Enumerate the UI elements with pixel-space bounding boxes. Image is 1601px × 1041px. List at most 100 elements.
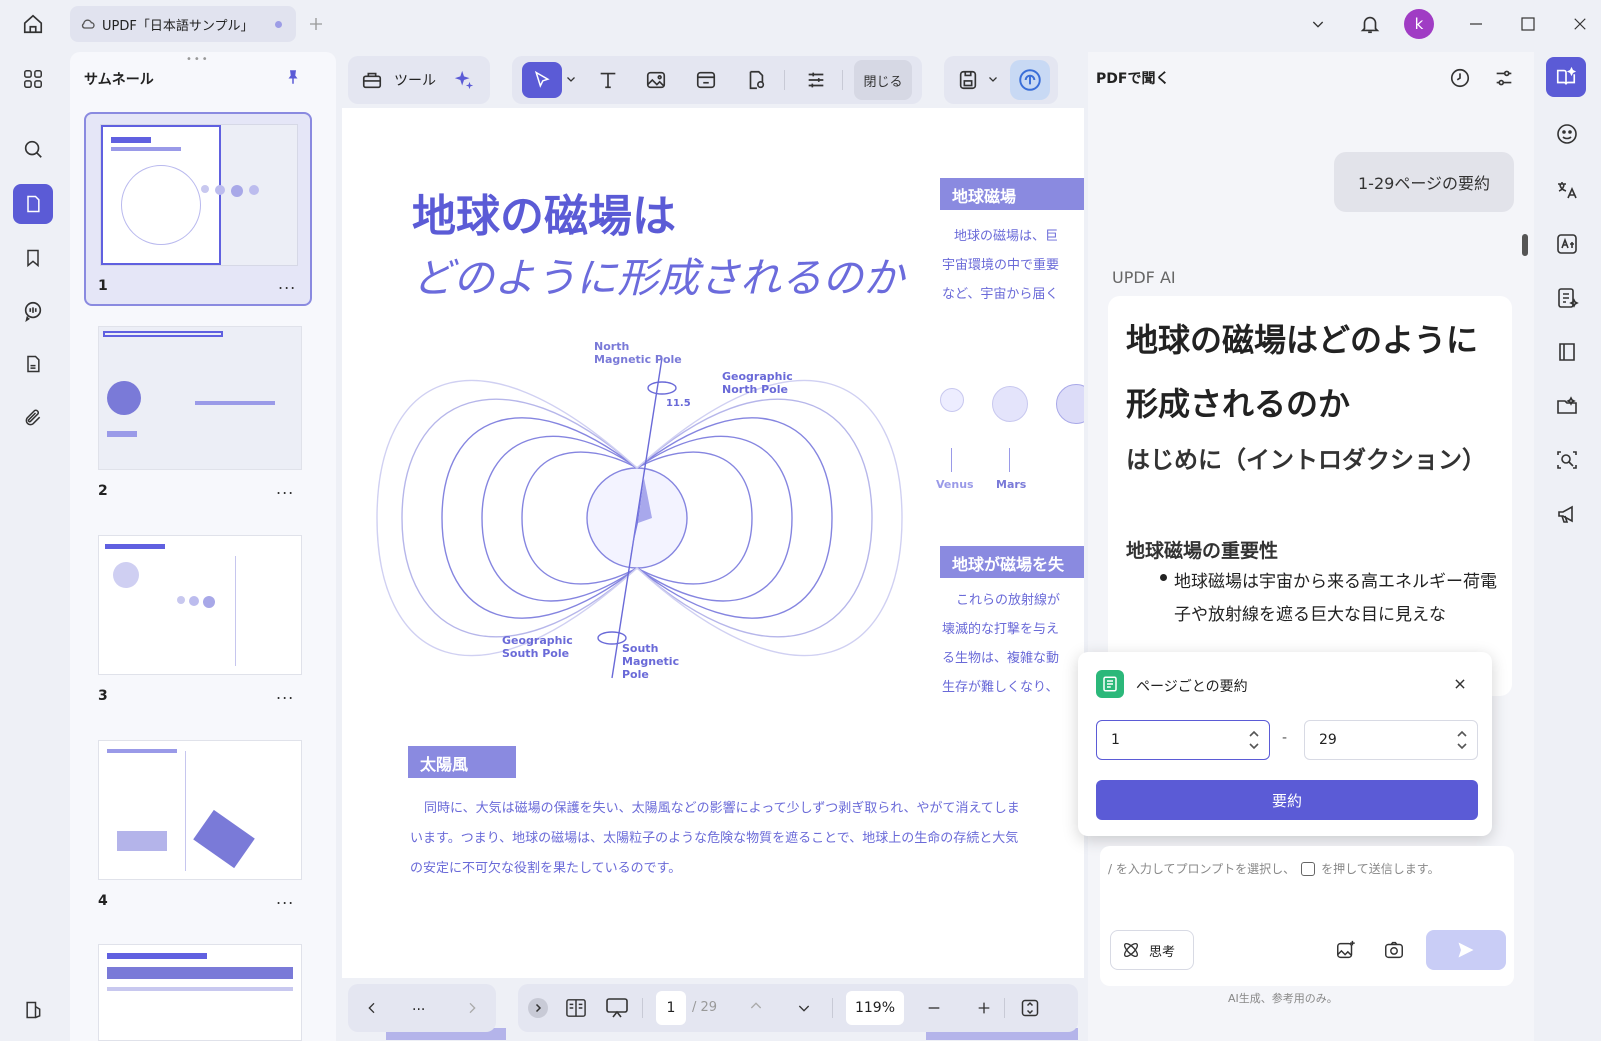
response-bullet: 地球磁場は宇宙から来る高エネルギー荷電子や放射線を遮る巨大な目に見えな (1174, 572, 1497, 625)
text-tool-icon[interactable] (594, 66, 622, 94)
chevron-left-icon[interactable] (360, 996, 384, 1020)
thumbnail-item-1[interactable]: 1 ... (84, 112, 312, 306)
chevron-down-icon[interactable] (792, 996, 816, 1020)
chat-pdf-icon[interactable] (1546, 57, 1586, 97)
mars-label: Mars (996, 478, 1027, 491)
response-heading-2: はじめに（イントロダクション） (1126, 446, 1486, 474)
chevron-down-icon[interactable] (986, 72, 1000, 86)
minimize-icon[interactable] (1464, 12, 1488, 36)
response-heading-1: 地球の磁場はどのように形成されるのか (1126, 321, 1479, 423)
zoom-out-icon[interactable] (922, 996, 946, 1020)
thumbnail-item-5[interactable] (98, 944, 302, 1041)
stepper-icon[interactable] (1247, 725, 1261, 755)
zoom-in-icon[interactable] (972, 996, 996, 1020)
book-icon[interactable] (1547, 332, 1587, 372)
prompt-placeholder: / を入力してプロンプトを選択し、 を押して送信します。 (1108, 861, 1440, 876)
megaphone-icon[interactable] (1547, 494, 1587, 534)
document-tab[interactable]: UPDF「日本語サンプル」 (70, 6, 296, 42)
popup-close-icon[interactable] (1448, 672, 1472, 696)
avatar[interactable]: k (1404, 9, 1434, 39)
zoom-level[interactable]: 119% (846, 991, 904, 1025)
south-magnetic-pole-label: South Magnetic Pole (622, 642, 680, 681)
ai-assistant-icon[interactable] (1010, 60, 1050, 100)
planet-earth (1056, 384, 1084, 424)
geographic-south-pole-label: Geographic South Pole (502, 634, 573, 660)
save-icon[interactable] (954, 66, 982, 94)
tools-group: ツール (348, 56, 490, 104)
chevron-up-icon[interactable] (744, 994, 768, 1018)
thumbnail-number: 4 (98, 893, 108, 909)
chevron-right-icon[interactable] (460, 996, 484, 1020)
chevron-down-icon[interactable] (1306, 12, 1330, 36)
think-button[interactable]: 思考 (1110, 930, 1194, 970)
home-icon[interactable] (18, 10, 48, 38)
chat-scrollbar[interactable] (1522, 234, 1528, 256)
thumbnail-item-3[interactable] (98, 535, 302, 675)
pin-icon[interactable] (282, 66, 304, 88)
sidebar-settings-icon[interactable] (13, 990, 53, 1030)
stamp-tool-icon[interactable] (742, 66, 770, 94)
stepper-icon[interactable] (1455, 725, 1469, 755)
popup-title: ページごとの要約 (1136, 679, 1248, 695)
link-tool-icon[interactable] (692, 66, 720, 94)
settings-sliders-icon[interactable] (1490, 64, 1518, 92)
doc-tab-nav: ... (348, 984, 496, 1032)
image-upload-icon[interactable] (1332, 936, 1360, 964)
prompt-input[interactable]: / を入力してプロンプトを選択し、 を押して送信します。 思考 (1100, 846, 1514, 986)
range-from-input[interactable]: 1 (1096, 720, 1270, 760)
maximize-icon[interactable] (1516, 12, 1540, 36)
ocr-search-icon[interactable] (1547, 440, 1587, 480)
tools-label[interactable]: ツール (394, 70, 436, 90)
ai-sparkle-icon[interactable] (450, 66, 478, 94)
thumbnail-more-button[interactable]: ... (278, 274, 296, 293)
thumbnail-item-4[interactable] (98, 740, 302, 880)
bell-icon[interactable] (1356, 10, 1384, 38)
select-cursor-icon[interactable] (522, 62, 562, 98)
atom-icon (1121, 940, 1141, 960)
search-icon[interactable] (13, 129, 53, 169)
summarize-button[interactable]: 要約 (1096, 780, 1478, 820)
folder-icon[interactable] (1547, 386, 1587, 426)
think-label: 思考 (1149, 944, 1176, 960)
thumbnails-page-icon[interactable] (13, 184, 53, 224)
thumbnail-number: 2 (98, 483, 108, 499)
thumbnail-panel: ••• サムネール 1 ... 2 ... 3 ... 4 ... (70, 52, 336, 1041)
image-tool-icon[interactable] (642, 66, 670, 94)
comment-icon[interactable] (13, 291, 53, 331)
ai-response-card: 地球の磁場はどのように形成されるのか はじめに（イントロダクション） 地球磁場の… (1108, 296, 1512, 696)
form-icon[interactable] (13, 344, 53, 384)
attachment-icon[interactable] (13, 398, 53, 438)
history-clock-icon[interactable] (1446, 64, 1474, 92)
drag-handle[interactable]: ••• (186, 54, 210, 65)
more-dots[interactable]: ... (412, 998, 425, 1014)
current-page-input[interactable]: 1 (656, 991, 686, 1025)
send-button[interactable] (1426, 930, 1506, 970)
translate-page-icon[interactable] (1547, 224, 1587, 264)
expand-icon[interactable] (528, 998, 548, 1018)
bookmark-icon[interactable] (13, 238, 53, 278)
adjust-icon[interactable] (802, 66, 830, 94)
cloud-icon (80, 16, 96, 32)
section-body: 同時に、大気は磁場の保護を失い、太陽風などの影響によって少しずつ剥ぎ取られ、やが… (410, 801, 1020, 876)
thumbnail-more-button[interactable]: ... (276, 889, 294, 908)
chevron-down-icon[interactable] (564, 72, 578, 86)
close-edit-button[interactable]: 閉じる (854, 60, 912, 100)
range-from-value: 1 (1111, 732, 1120, 748)
thumbnail-item-2[interactable] (98, 326, 302, 470)
summarize-doc-icon[interactable] (1547, 278, 1587, 318)
thumbnail-panel-title: サムネール (84, 72, 154, 88)
range-to-input[interactable]: 29 (1304, 720, 1478, 760)
screenshot-camera-icon[interactable] (1380, 936, 1408, 964)
presentation-icon[interactable] (602, 996, 632, 1020)
fit-page-icon[interactable] (1018, 996, 1042, 1020)
toolbox-icon[interactable] (358, 66, 386, 94)
page-layout-icon[interactable] (562, 996, 590, 1020)
new-tab-icon[interactable] (304, 12, 328, 36)
ai-chat-bot-icon[interactable] (1547, 114, 1587, 154)
thumbnail-more-button[interactable]: ... (276, 479, 294, 498)
close-window-icon[interactable] (1568, 12, 1592, 36)
translate-icon[interactable] (1547, 170, 1587, 210)
apps-grid-icon[interactable] (13, 59, 53, 99)
thumbnail-more-button[interactable]: ... (276, 684, 294, 703)
tab-title: UPDF「日本語サンプル」 (102, 18, 254, 34)
